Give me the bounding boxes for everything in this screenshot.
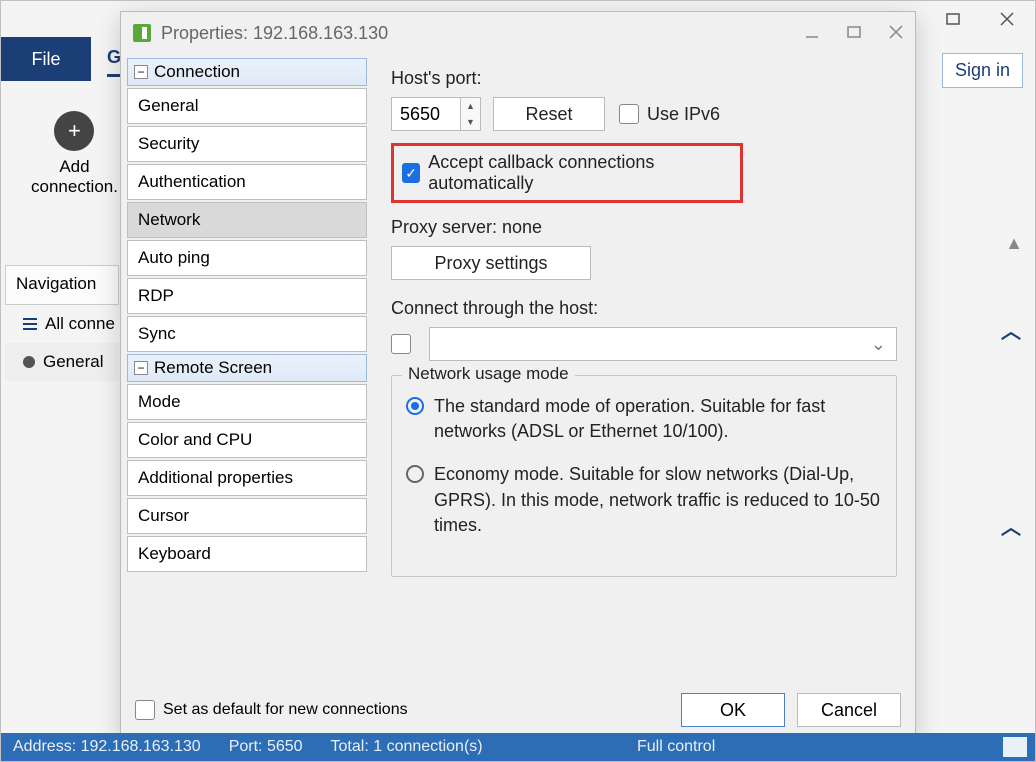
dialog-close-icon[interactable] [889,23,903,44]
connect-through-combo[interactable]: ⌄ [429,327,897,361]
navigation-header: Navigation [5,265,119,305]
nav-all-connections[interactable]: All conne [5,305,119,343]
nav-label: All conne [45,314,115,334]
proxy-settings-button[interactable]: Proxy settings [391,246,591,280]
accept-callback-label: Accept callback connections automaticall… [428,152,732,194]
dialog-footer: Set as default for new connections OK Ca… [121,682,915,738]
reset-button[interactable]: Reset [493,97,605,131]
group-label: Connection [154,62,240,82]
dialog-maximize-icon[interactable] [847,23,861,44]
nav-general[interactable]: General [5,343,119,381]
maximize-icon[interactable] [939,5,967,33]
set-default-checkbox[interactable] [135,700,155,720]
network-settings-pane: Host's port: ▲▼ Reset Use IPv6 ✓ Accept … [373,54,915,654]
use-ipv6-label: Use IPv6 [647,104,720,125]
spin-down-icon[interactable]: ▼ [461,114,480,130]
status-total: Total: 1 connection(s) [331,738,483,756]
add-connection-tool[interactable]: + Add connection. [31,111,118,197]
tree-group-header[interactable]: −Connection [127,58,367,86]
tree-item-general[interactable]: General [127,88,367,124]
radio-label: The standard mode of operation. Suitable… [434,394,882,444]
file-menu[interactable]: File [1,37,91,81]
connect-through-label: Connect through the host: [391,298,897,319]
tree-item-network[interactable]: Network [127,202,367,238]
connect-through-checkbox[interactable] [391,334,411,354]
status-address: Address: 192.168.163.130 [13,738,201,756]
tree-item-color-and-cpu[interactable]: Color and CPU [127,422,367,458]
status-control: Full control [637,738,715,756]
close-icon[interactable] [993,5,1021,33]
accept-callback-checkbox[interactable]: ✓ [402,163,420,183]
tree-item-keyboard[interactable]: Keyboard [127,536,367,572]
dialog-minimize-icon[interactable] [805,23,819,44]
scroll-up-icon[interactable]: ▲ [1005,233,1023,254]
spin-up-icon[interactable]: ▲ [461,98,480,114]
tree-item-rdp[interactable]: RDP [127,278,367,314]
fieldset-legend: Network usage mode [402,364,575,384]
port-spinner[interactable]: ▲▼ [461,97,481,131]
chevron-up-icon[interactable]: ︿ [1001,511,1021,540]
settings-tree: −ConnectionGeneralSecurityAuthentication… [121,54,373,654]
tree-item-additional-properties[interactable]: Additional properties [127,460,367,496]
nav-label: General [43,352,103,372]
properties-dialog: Properties: 192.168.163.130 −ConnectionG… [120,11,916,739]
set-default-label: Set as default for new connections [163,701,408,719]
chevron-down-icon: ⌄ [871,334,886,355]
add-label-1: Add [31,157,118,177]
tree-item-authentication[interactable]: Authentication [127,164,367,200]
tree-item-mode[interactable]: Mode [127,384,367,420]
proxy-server-label: Proxy server: none [391,217,897,238]
add-label-2: connection. [31,177,118,197]
ok-button[interactable]: OK [681,693,785,727]
tree-item-cursor[interactable]: Cursor [127,498,367,534]
tree-item-auto-ping[interactable]: Auto ping [127,240,367,276]
tree-item-security[interactable]: Security [127,126,367,162]
dialog-titlebar: Properties: 192.168.163.130 [121,12,915,54]
menu-tab[interactable]: G [107,41,121,77]
tree-item-sync[interactable]: Sync [127,316,367,352]
use-ipv6-checkbox[interactable] [619,104,639,124]
app-icon [133,24,151,42]
sign-in-button[interactable]: Sign in [942,53,1023,88]
cancel-button[interactable]: Cancel [797,693,901,727]
radio-icon[interactable] [406,397,424,415]
status-bar: Address: 192.168.163.130 Port: 5650 Tota… [1,733,1035,761]
network-usage-fieldset: Network usage mode The standard mode of … [391,375,897,577]
list-icon [23,318,37,330]
dot-icon [23,356,35,368]
chevron-up-icon[interactable]: ︿ [1001,315,1021,344]
tree-group-header[interactable]: −Remote Screen [127,354,367,382]
status-corner-icon [1003,737,1027,757]
radio-label: Economy mode. Suitable for slow networks… [434,462,882,538]
radio-icon[interactable] [406,465,424,483]
network-mode-option[interactable]: The standard mode of operation. Suitable… [406,394,882,444]
host-port-label: Host's port: [391,68,897,89]
collapse-icon: − [134,361,148,375]
network-mode-option[interactable]: Economy mode. Suitable for slow networks… [406,462,882,538]
accept-callback-highlight: ✓ Accept callback connections automatica… [391,143,743,203]
collapse-icon: − [134,65,148,79]
plus-icon: + [54,111,94,151]
dialog-title: Properties: 192.168.163.130 [161,23,388,44]
status-port: Port: 5650 [229,738,303,756]
host-port-input[interactable] [391,97,461,131]
group-label: Remote Screen [154,358,272,378]
